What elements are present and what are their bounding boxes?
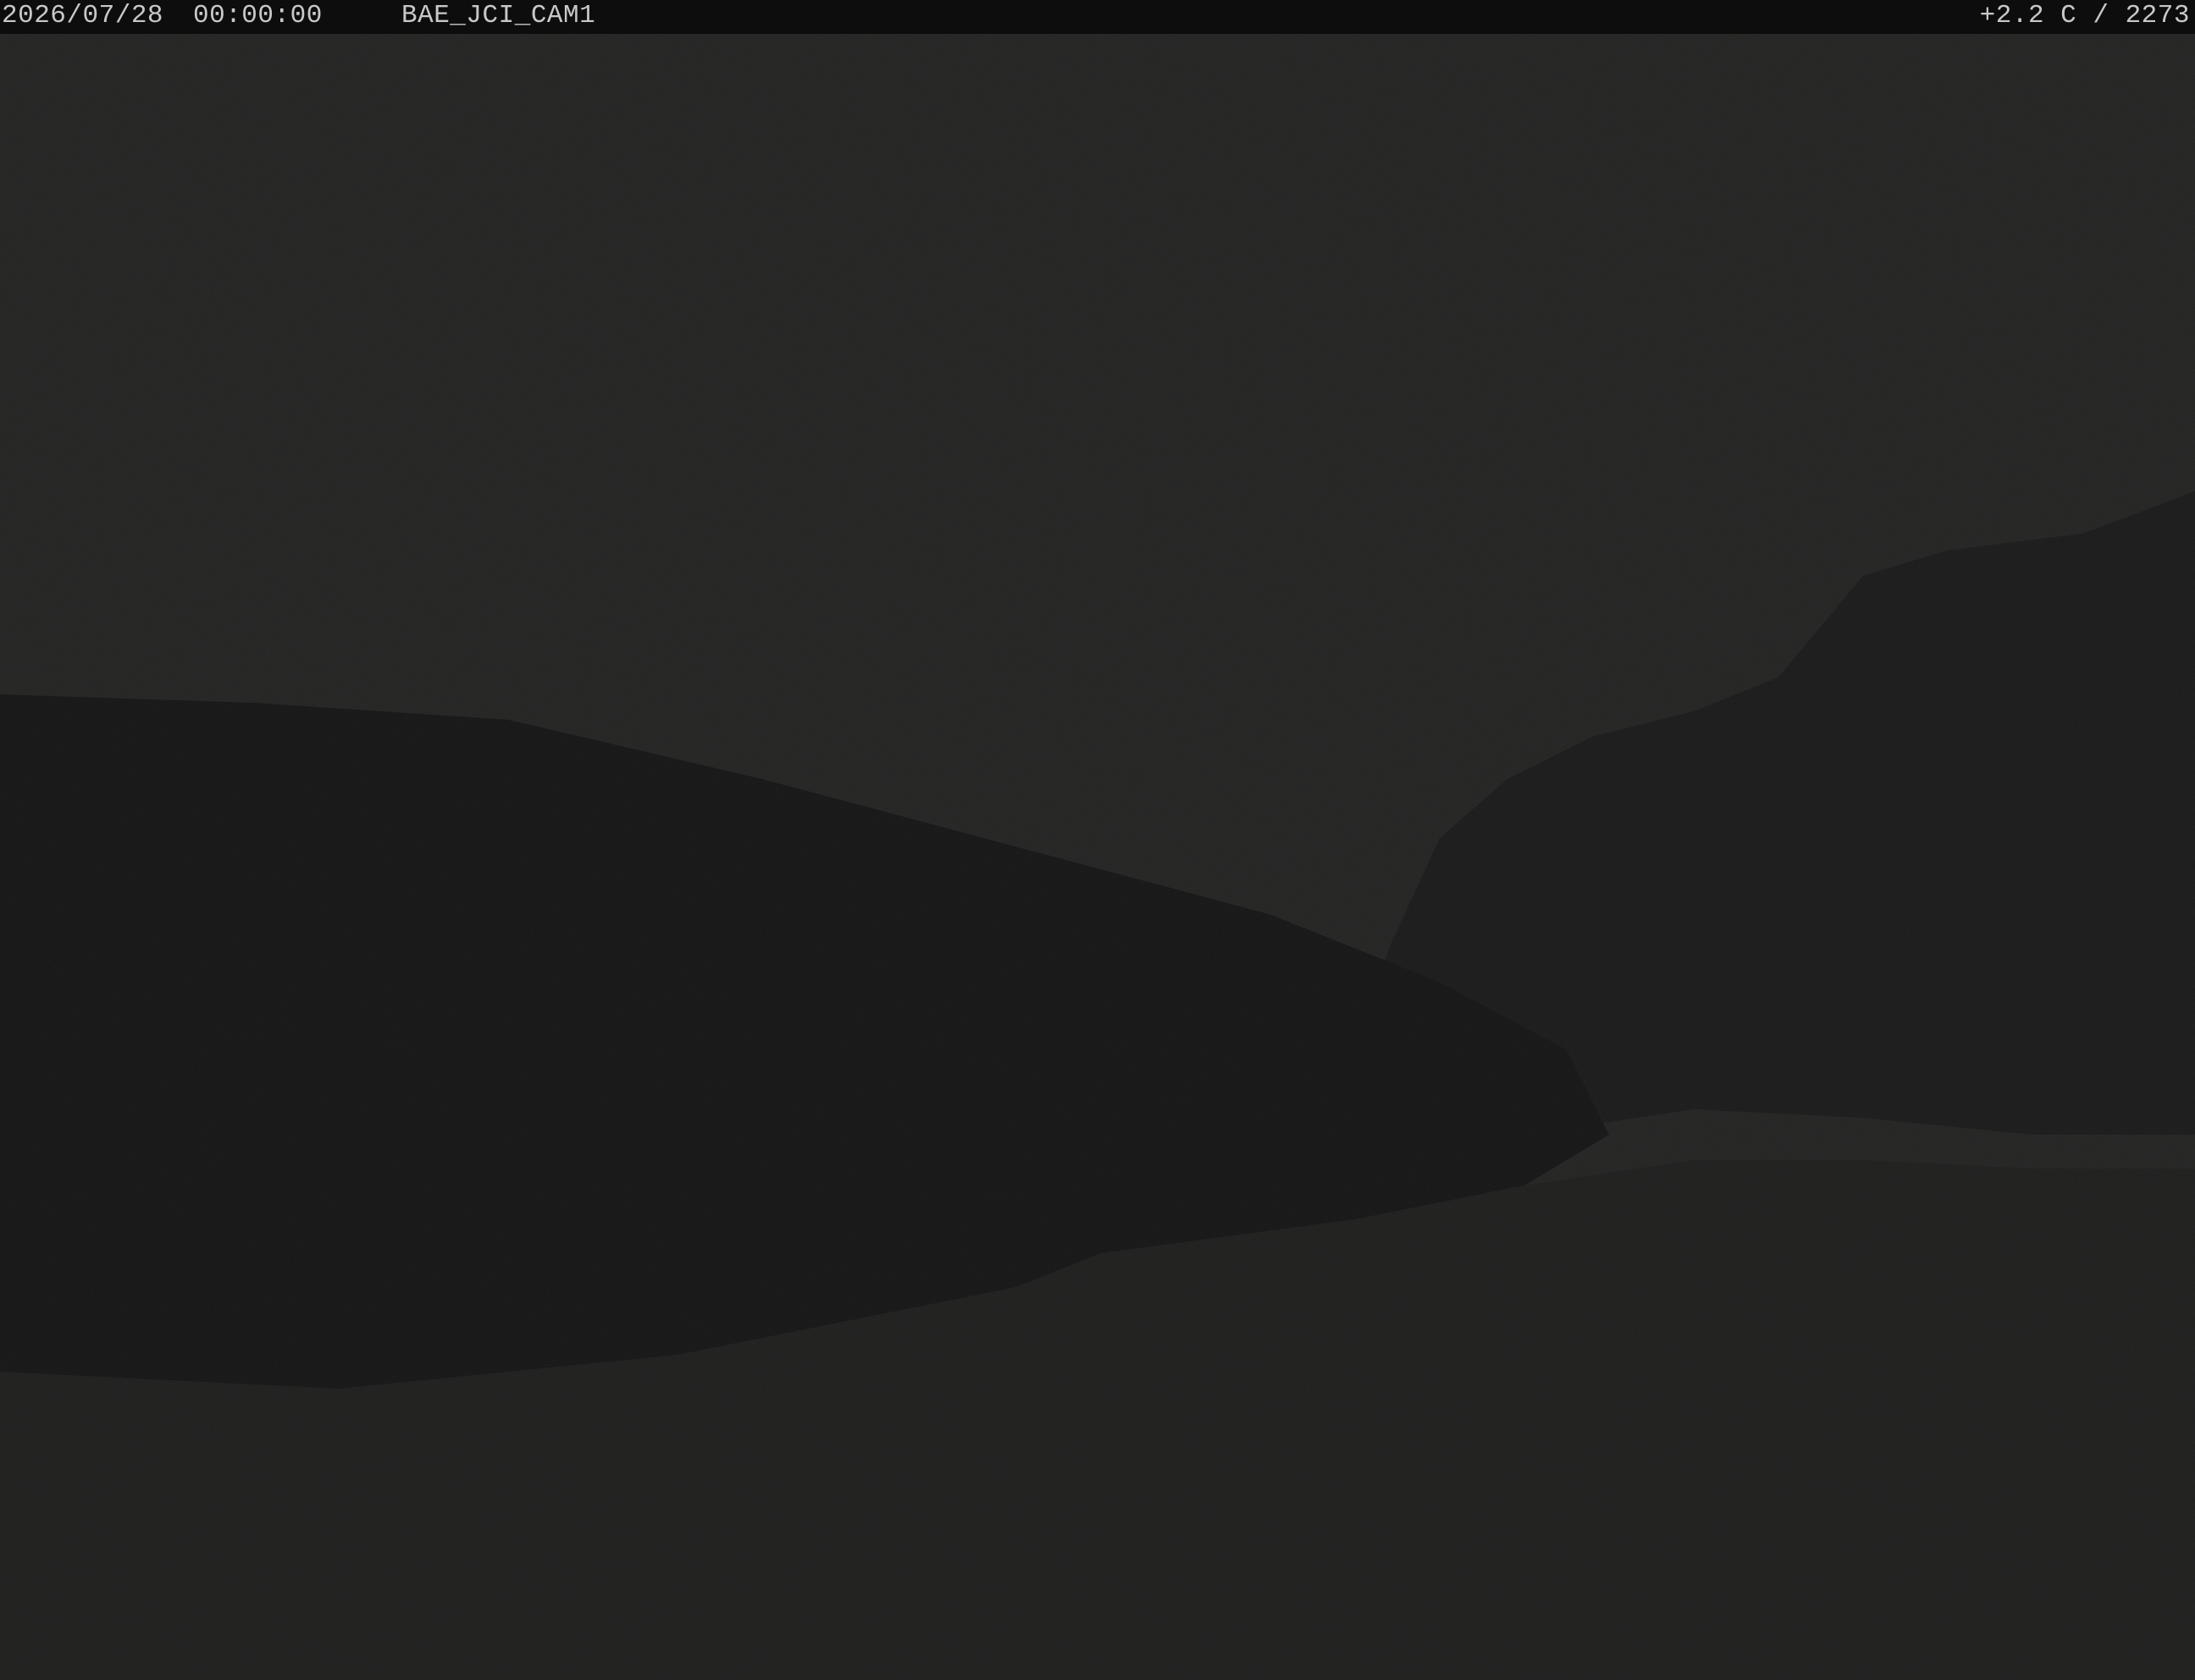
camera-info-bar: 2026/07/28 00:00:00 BAE_JCI_CAM1 +2.2 C … — [0, 0, 2195, 34]
night-landscape-image — [0, 34, 2195, 1680]
overlay-date: 2026/07/28 — [2, 1, 164, 30]
webcam-frame: 2026/07/28 00:00:00 BAE_JCI_CAM1 +2.2 C … — [0, 0, 2195, 1680]
sensor-noise — [0, 34, 2195, 1680]
overlay-time: 00:00:00 — [193, 1, 323, 30]
overlay-temperature-altitude: +2.2 C / 2273 — [1979, 1, 2190, 30]
overlay-camera-id: BAE_JCI_CAM1 — [401, 1, 596, 30]
